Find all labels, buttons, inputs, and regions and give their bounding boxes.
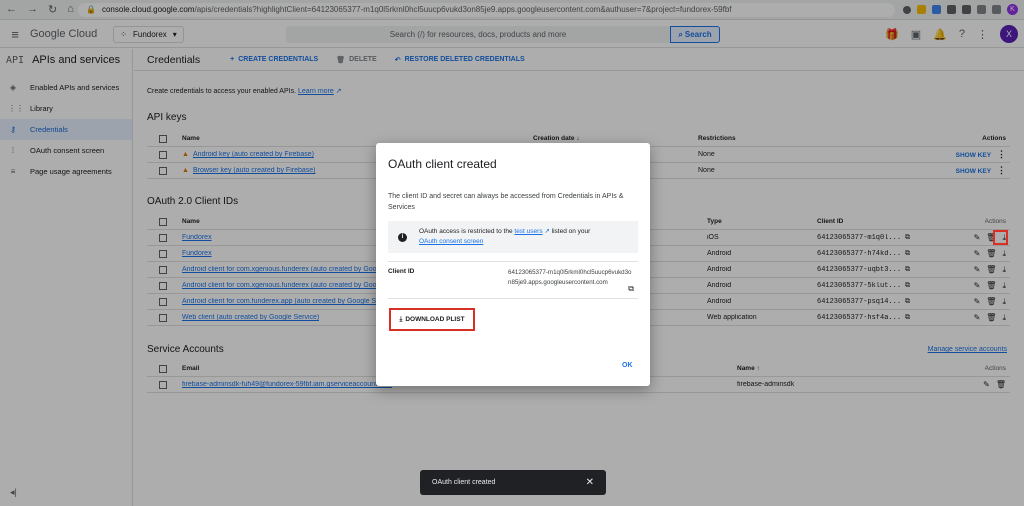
- snackbar-text: OAuth client created: [432, 479, 496, 486]
- ok-button[interactable]: OK: [622, 362, 633, 369]
- test-users-link[interactable]: test users: [514, 228, 542, 235]
- download-icon: ⤓: [399, 315, 403, 323]
- dialog-text: The client ID and secret can always be a…: [388, 193, 624, 211]
- external-link-icon: ↗: [544, 228, 550, 235]
- oauth-created-dialog: OAuth client created The client ID and s…: [376, 143, 650, 386]
- download-highlight-box: [993, 230, 1008, 245]
- snackbar: OAuth client created ✕: [420, 470, 606, 495]
- oauth-consent-screen-link[interactable]: OAuth consent screen: [419, 238, 483, 245]
- copy-icon[interactable]: ⧉: [628, 284, 634, 294]
- client-id-label: Client ID: [388, 268, 415, 275]
- client-id-row: Client ID 64123065377-m1q0l5rkml0hcl5uuc…: [388, 261, 638, 299]
- close-icon[interactable]: ✕: [586, 477, 594, 488]
- download-plist-button[interactable]: ⤓ DOWNLOAD PLIST: [389, 308, 475, 331]
- info-text: OAuth access is restricted to the test u…: [419, 228, 591, 245]
- info-icon: i: [398, 232, 407, 242]
- client-id-value: 64123065377-m1q0l5rkml0hcl5uucp6vukd3on8…: [508, 269, 632, 286]
- info-banner: i OAuth access is restricted to the test…: [388, 221, 638, 253]
- dialog-title: OAuth client created: [388, 157, 497, 171]
